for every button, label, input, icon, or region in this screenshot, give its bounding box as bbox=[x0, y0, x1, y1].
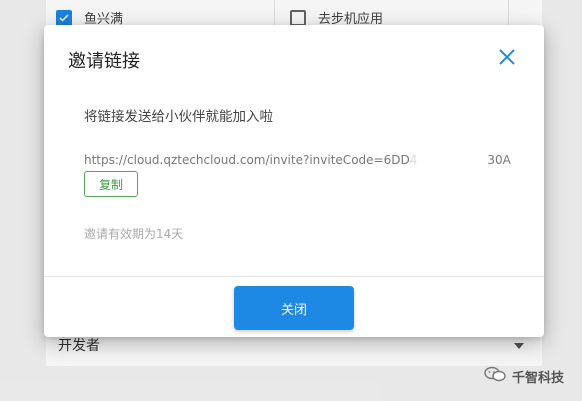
invite-link-tail: 30A bbox=[487, 153, 511, 167]
watermark-text: 千智科技 bbox=[511, 370, 564, 386]
invite-link-text: https://cloud.qztechcloud.com/invite?inv… bbox=[84, 153, 418, 167]
wechat-icon bbox=[484, 366, 506, 386]
close-button[interactable]: 关闭 bbox=[234, 286, 354, 330]
watermark: 千智科技 bbox=[484, 366, 564, 386]
dialog-message: 将链接发送给小伙伴就能加入啦 bbox=[84, 109, 273, 125]
dialog-title: 邀请链接 bbox=[68, 51, 140, 72]
close-icon[interactable] bbox=[496, 46, 518, 68]
link-redaction bbox=[410, 149, 470, 171]
invite-link-dialog: 邀请链接 将链接发送给小伙伴就能加入啦 https://cloud.qztech… bbox=[44, 25, 544, 337]
validity-note: 邀请有效期为14天 bbox=[84, 227, 184, 241]
copy-button[interactable]: 复制 bbox=[84, 171, 138, 197]
dialog-footer-divider bbox=[44, 276, 544, 277]
